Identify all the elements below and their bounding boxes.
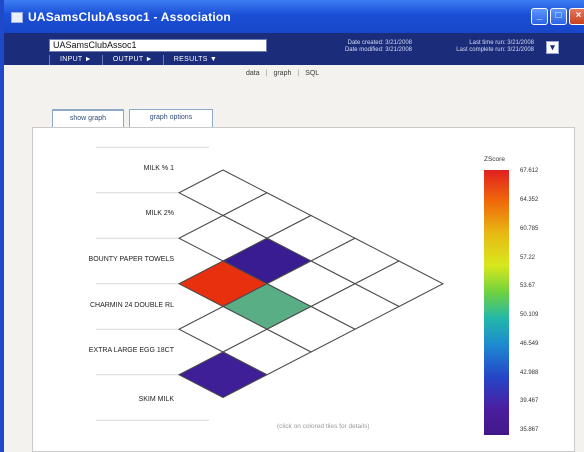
legend-tick: 64.352 (520, 197, 539, 203)
hint-text: (click on colored tiles for details) (277, 423, 370, 430)
legend-tick: 60.785 (520, 226, 539, 232)
legend-tick: 53.67 (520, 283, 536, 289)
legend-tick: 67.612 (520, 168, 539, 174)
legend-title: ZScore (484, 156, 505, 163)
legend-tick: 35.867 (520, 427, 539, 433)
zscore-color-scale (484, 170, 509, 435)
app-window: UASamsClubAssoc1 - Association _ □ × UAS… (0, 0, 584, 452)
legend-tick: 50.109 (520, 312, 539, 318)
legend-tick: 39.467 (520, 398, 539, 404)
legend-tick: 57.22 (520, 255, 536, 261)
legend-tick: 42.988 (520, 370, 539, 376)
legend-tick: 46.549 (520, 341, 539, 347)
